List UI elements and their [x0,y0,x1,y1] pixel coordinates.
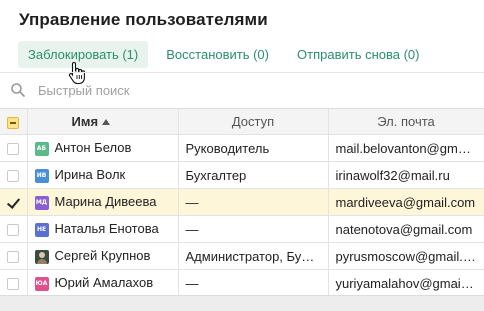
page-title: Управление пользователями [19,10,268,29]
table-row[interactable]: АБ Антон Белов Руководитель mail.belovanton… [0,134,484,162]
user-email: mardiveeva@gmail.com [328,188,484,216]
table-row[interactable]: ИВ Ирина Волк Бухгалтер irinawolf32@mail.ru [0,161,484,189]
sort-asc-icon [102,119,111,125]
row-select-cell [0,242,28,270]
avatar [34,249,49,264]
column-header-name[interactable]: Имя [27,108,179,135]
user-email: natenotova@gmail.com [328,215,484,243]
user-access: — [178,188,329,216]
horizontal-scrollbar[interactable] [0,295,484,311]
user-name-cell: НЕ Наталья Енотова [27,215,179,243]
user-access: — [178,215,329,243]
select-all-checkbox[interactable] [7,116,20,129]
row-select-cell [0,161,28,189]
avatar: АБ [34,141,49,156]
table-header-row: Имя Доступ Эл. почта [0,108,484,135]
avatar: ИВ [34,168,49,183]
row-checkbox[interactable] [7,197,19,209]
quick-search [0,73,484,107]
user-access: Администратор, Бухгалтер [178,242,329,270]
user-email: pyrusmoscow@gmail.com [328,242,484,270]
table-row[interactable]: НЕ Наталья Енотова — natenotova@gmail.com [0,215,484,243]
search-input[interactable] [38,82,338,98]
user-name-cell: ЮА Юрий Амалахов [27,269,179,297]
user-access: Бухгалтер [178,161,329,189]
users-table: Имя Доступ Эл. почта АБ Антон Белов Руково… [0,108,484,297]
user-name-cell: АБ Антон Белов [27,134,179,162]
avatar: МД [34,195,49,210]
user-name-cell: МД Марина Дивеева [27,188,179,216]
user-name: Наталья Енотова [54,221,159,237]
user-email: yuriyamalahov@gmail.com [328,269,484,297]
user-email: irinawolf32@mail.ru [328,161,484,189]
avatar: ЮА [34,276,49,291]
search-icon [11,83,25,97]
column-header-access[interactable]: Доступ [178,108,329,135]
row-checkbox[interactable] [7,251,20,264]
select-all-cell [0,108,28,135]
user-name-cell: Сергей Крупнов [27,242,179,270]
table-row[interactable]: Сергей Крупнов Администратор, Бухгалтерpy… [0,242,484,270]
row-checkbox[interactable] [7,278,20,291]
resend-button[interactable]: Отправить снова (0) [287,41,429,68]
row-checkbox[interactable] [7,170,20,183]
table-row[interactable]: МД Марина Дивеева — mardiveeva@gmail.com [0,188,484,216]
user-name: Ирина Волк [54,167,126,183]
row-select-cell [0,269,28,297]
user-access: — [178,269,329,297]
row-checkbox[interactable] [7,143,20,156]
user-name: Марина Дивеева [54,194,157,210]
restore-button[interactable]: Восстановить (0) [156,41,279,68]
user-name: Сергей Крупнов [54,248,151,264]
avatar: НЕ [34,222,49,237]
user-access: Руководитель [178,134,329,162]
user-name: Антон Белов [54,140,132,156]
user-email: mail.belovanton@gmail.com [328,134,484,162]
row-select-cell [0,215,28,243]
row-checkbox[interactable] [7,224,20,237]
table-row[interactable]: ЮА Юрий Амалахов — yuriyamalahov@gmail.com [0,269,484,297]
user-name: Юрий Амалахов [54,275,154,291]
row-select-cell [0,134,28,162]
column-name-label: Имя [71,114,99,129]
row-select-cell [0,188,28,216]
column-header-email[interactable]: Эл. почта [328,108,484,135]
user-name-cell: ИВ Ирина Волк [27,161,179,189]
